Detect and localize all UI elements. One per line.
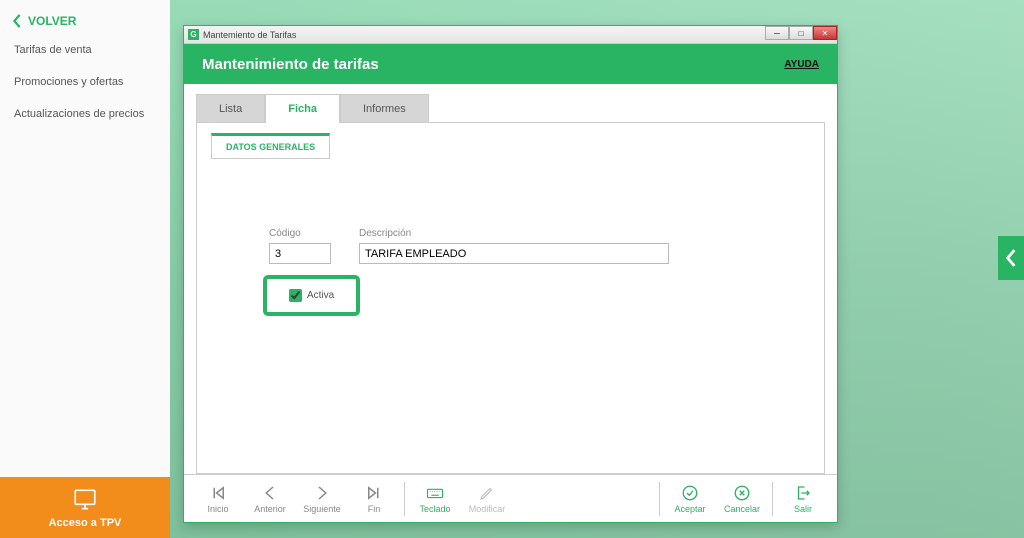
codigo-label: Código (269, 228, 331, 239)
tab-bar: Lista Ficha Informes (196, 94, 825, 123)
siguiente-label: Siguiente (303, 504, 341, 514)
keyboard-icon (426, 484, 444, 502)
window-controls: ─ □ ✕ (765, 26, 837, 41)
nav-group: Inicio Anterior Siguiente Fin Teclado (192, 477, 513, 521)
codigo-input[interactable] (269, 243, 331, 264)
activa-checkbox[interactable] (289, 289, 302, 302)
cancelar-label: Cancelar (724, 504, 760, 514)
tab-informes[interactable]: Informes (340, 94, 429, 123)
siguiente-button[interactable]: Siguiente (296, 477, 348, 521)
help-link[interactable]: AYUDA (784, 59, 819, 70)
anterior-button[interactable]: Anterior (244, 477, 296, 521)
tariff-window: G Mantemiento de Tarifas ─ □ ✕ Mantenimi… (183, 25, 838, 523)
inicio-button[interactable]: Inicio (192, 477, 244, 521)
chevron-left-icon (1005, 249, 1017, 267)
sidebar-item-actualizaciones[interactable]: Actualizaciones de precios (0, 98, 170, 130)
content-area: Lista Ficha Informes DATOS GENERALES Cód… (184, 84, 837, 474)
toolbar-divider (659, 482, 660, 516)
action-group: Aceptar Cancelar Salir (655, 477, 829, 521)
first-icon (209, 484, 227, 502)
close-button[interactable]: ✕ (813, 26, 837, 40)
modificar-label: Modificar (469, 504, 506, 514)
left-sidebar: VOLVER Tarifas de venta Promociones y of… (0, 0, 170, 477)
aceptar-button[interactable]: Aceptar (664, 477, 716, 521)
tab-ficha[interactable]: Ficha (265, 94, 340, 123)
sidebar-item-tarifas[interactable]: Tarifas de venta (0, 34, 170, 66)
page-title: Mantenimiento de tarifas (202, 56, 379, 73)
chevron-left-icon (12, 14, 22, 28)
exit-icon (794, 484, 812, 502)
inicio-label: Inicio (207, 504, 228, 514)
pencil-icon (478, 484, 496, 502)
codigo-field: Código (269, 228, 331, 264)
teclado-label: Teclado (419, 504, 450, 514)
tpv-label: Acceso a TPV (49, 517, 122, 529)
window-title: Mantemiento de Tarifas (203, 30, 296, 40)
activa-label: Activa (307, 290, 334, 301)
last-icon (365, 484, 383, 502)
aceptar-label: Aceptar (674, 504, 705, 514)
subtab-datos-generales[interactable]: DATOS GENERALES (211, 133, 330, 159)
app-header: Mantenimiento de tarifas AYUDA (184, 44, 837, 84)
check-circle-icon (681, 484, 699, 502)
modificar-button: Modificar (461, 477, 513, 521)
app-icon: G (188, 29, 199, 40)
activa-highlight-box: Activa (263, 275, 360, 316)
fin-label: Fin (368, 504, 381, 514)
minimize-button[interactable]: ─ (765, 26, 789, 40)
descripcion-label: Descripción (359, 228, 669, 239)
tab-lista[interactable]: Lista (196, 94, 265, 123)
descripcion-input[interactable] (359, 243, 669, 264)
bottom-toolbar: Inicio Anterior Siguiente Fin Teclado (184, 474, 837, 522)
form-row: Código Descripción (269, 228, 669, 264)
descripcion-field: Descripción (359, 228, 669, 264)
back-label: VOLVER (28, 14, 76, 28)
x-circle-icon (733, 484, 751, 502)
fin-button[interactable]: Fin (348, 477, 400, 521)
right-panel-toggle[interactable] (998, 236, 1024, 280)
tab-body: DATOS GENERALES Código Descripción Activ… (196, 122, 825, 474)
back-button[interactable]: VOLVER (0, 8, 170, 34)
toolbar-divider (772, 482, 773, 516)
sidebar-item-promociones[interactable]: Promociones y ofertas (0, 66, 170, 98)
cancelar-button[interactable]: Cancelar (716, 477, 768, 521)
monitor-icon (72, 487, 98, 513)
window-titlebar[interactable]: G Mantemiento de Tarifas ─ □ ✕ (184, 26, 837, 44)
toolbar-divider (404, 482, 405, 516)
tpv-access-button[interactable]: Acceso a TPV (0, 477, 170, 538)
anterior-label: Anterior (254, 504, 286, 514)
maximize-button[interactable]: □ (789, 26, 813, 40)
next-icon (313, 484, 331, 502)
prev-icon (261, 484, 279, 502)
salir-label: Salir (794, 504, 812, 514)
teclado-button[interactable]: Teclado (409, 477, 461, 521)
salir-button[interactable]: Salir (777, 477, 829, 521)
